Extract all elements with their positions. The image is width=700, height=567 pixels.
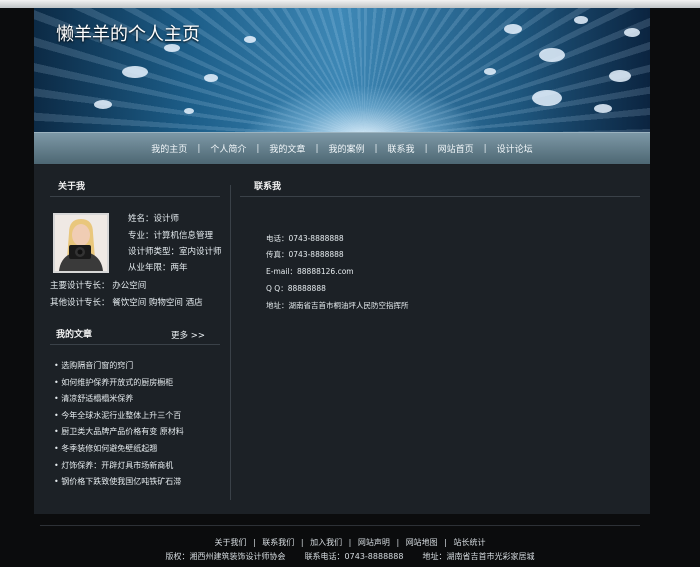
footer-links: 关于我们 | 联系我们 | 加入我们 | 网站声明 | 网站地图 | 站长统计 bbox=[0, 537, 700, 548]
nav-articles[interactable]: 我的文章 bbox=[259, 142, 315, 155]
about-name: 姓名：设计师 bbox=[128, 214, 180, 224]
footer-phone: 联系电话：0743-8888888 bbox=[304, 552, 404, 561]
avatar-photo-icon bbox=[55, 215, 107, 271]
list-item[interactable]: • 今年全球水泥行业整体上升三个百 bbox=[54, 408, 184, 425]
nav-contact[interactable]: 联系我 bbox=[378, 142, 425, 155]
avatar bbox=[53, 213, 109, 273]
footer-address: 地址：湖南省吉首市光彩家居城 bbox=[422, 552, 535, 561]
contact-heading: 联系我 bbox=[240, 177, 640, 197]
list-item[interactable]: • 钢价格下跌致使我国亿吨铁矿石滞 bbox=[54, 474, 184, 491]
nav-profile[interactable]: 个人简介 bbox=[200, 142, 256, 155]
list-item[interactable]: • 冬季装修如何避免壁纸起翘 bbox=[54, 441, 184, 458]
contact-fax: 传真：0743-8888888 bbox=[266, 250, 344, 259]
about-major: 专业：计算机信息管理 bbox=[128, 231, 214, 241]
nav-home[interactable]: 我的主页 bbox=[141, 142, 197, 155]
column-divider bbox=[230, 185, 231, 500]
footer-separator: | bbox=[348, 538, 352, 547]
window-top-strip bbox=[0, 0, 700, 8]
nav-site-home[interactable]: 网站首页 bbox=[428, 142, 484, 155]
list-item[interactable]: • 选购隔音门窗的窍门 bbox=[54, 358, 184, 375]
about-designer-type: 设计师类型：室内设计师 bbox=[128, 247, 222, 257]
footer-separator: | bbox=[253, 538, 256, 547]
site-title: 懒羊羊的个人主页 bbox=[56, 24, 200, 45]
article-list: • 选购隔音门窗的窍门 • 如何维护保养开放式的厨房橱柜 • 清凉舒适榻榻米保养… bbox=[54, 358, 184, 491]
list-item[interactable]: • 厨卫类大品牌产品价格有变 原材料 bbox=[54, 424, 184, 441]
footer-link-contact[interactable]: 联系我们 bbox=[258, 538, 298, 547]
articles-more-link[interactable]: 更多 >> bbox=[171, 329, 205, 341]
content-area: 关于我 姓名：设计师 专业：计算机信息管理 设计师类型：室内设计师 从业年限：两… bbox=[34, 165, 650, 514]
about-other-skill: 其他设计专长： 餐饮空间 购物空间 酒店 bbox=[50, 298, 203, 308]
footer-link-statement[interactable]: 网站声明 bbox=[354, 538, 394, 547]
footer-link-sitemap[interactable]: 网站地图 bbox=[402, 538, 442, 547]
footer-separator: | bbox=[300, 538, 304, 547]
list-item[interactable]: • 如何维护保养开放式的厨房橱柜 bbox=[54, 375, 184, 392]
list-item[interactable]: • 灯饰保养：开辟灯具市场新商机 bbox=[54, 458, 184, 475]
contact-phone: 电话：0743-8888888 bbox=[266, 234, 344, 243]
footer-separator: | bbox=[396, 538, 400, 547]
footer-copyright: 版权：湘西州建筑装饰设计师协会 bbox=[165, 552, 286, 561]
list-item[interactable]: • 清凉舒适榻榻米保养 bbox=[54, 391, 184, 408]
nav-cases[interactable]: 我的案例 bbox=[318, 142, 374, 155]
contact-email: E-mail：88888126.com bbox=[266, 267, 354, 276]
footer-separator: | bbox=[444, 538, 447, 547]
footer-link-stats[interactable]: 站长统计 bbox=[449, 538, 489, 547]
header-banner: 懒羊羊的个人主页 bbox=[34, 8, 650, 132]
about-experience: 从业年限：两年 bbox=[128, 263, 188, 273]
contact-qq: Q Q：88888888 bbox=[266, 284, 326, 293]
footer-info: 版权：湘西州建筑装饰设计师协会 联系电话：0743-8888888 地址：湖南省… bbox=[0, 551, 700, 562]
contact-address: 地址：湖南省吉首市桐油坪人民防空指挥所 bbox=[266, 301, 409, 310]
about-main-skill: 主要设计专长： 办公空间 bbox=[50, 281, 147, 291]
footer-divider bbox=[40, 525, 640, 526]
nav-forum[interactable]: 设计论坛 bbox=[487, 142, 543, 155]
page-frame: 懒羊羊的个人主页 我的主页 | 个人简介 | 我的文章 | 我的案例 | 联系我… bbox=[34, 8, 650, 514]
footer-link-about[interactable]: 关于我们 bbox=[211, 538, 251, 547]
footer-link-join[interactable]: 加入我们 bbox=[306, 538, 346, 547]
about-heading: 关于我 bbox=[50, 177, 220, 197]
main-nav: 我的主页 | 个人简介 | 我的文章 | 我的案例 | 联系我 | 网站首页 |… bbox=[34, 132, 650, 164]
